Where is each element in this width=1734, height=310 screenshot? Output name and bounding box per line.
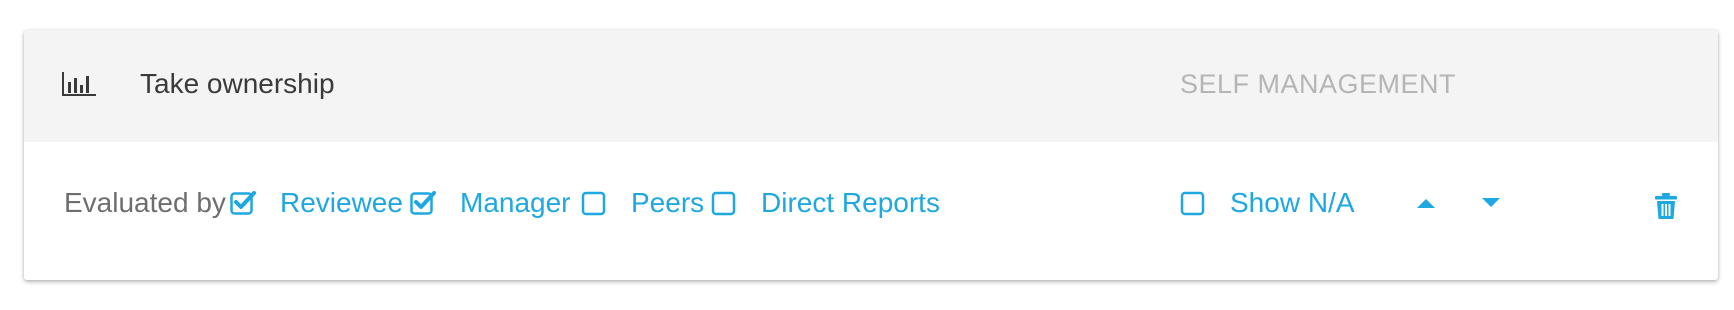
peers-label: Peers (631, 187, 705, 218)
bar-chart-icon (62, 72, 96, 96)
caret-down-icon[interactable] (1479, 195, 1503, 211)
reviewee-label: Reviewee (280, 187, 403, 218)
competency-title: Take ownership (140, 68, 335, 99)
manager-label: Manager (460, 187, 571, 218)
checkbox-checked-icon (230, 190, 256, 216)
peers-checkbox[interactable]: Peers (581, 183, 704, 223)
show-na-label: Show N/A (1230, 187, 1355, 218)
card-header: Take ownership SELF MANAGEMENT (24, 30, 1718, 142)
caret-up-icon[interactable] (1414, 195, 1438, 211)
direct-reports-label: Direct Reports (761, 187, 940, 218)
evaluated-by-label: Evaluated by (64, 187, 226, 218)
question-card: Take ownership SELF MANAGEMENT Evaluated… (24, 30, 1718, 280)
show-na-checkbox[interactable]: Show N/A (1180, 183, 1355, 223)
checkbox-unchecked-icon (711, 190, 737, 216)
trash-icon[interactable] (1654, 192, 1678, 220)
direct-reports-checkbox[interactable]: Direct Reports (711, 183, 940, 223)
reviewee-checkbox[interactable]: Reviewee (230, 183, 403, 223)
card-body: Evaluated by Reviewee Manager Peers Dire… (24, 142, 1718, 280)
competency-category: SELF MANAGEMENT (1180, 69, 1457, 99)
checkbox-unchecked-icon (581, 190, 607, 216)
checkbox-checked-icon (410, 190, 436, 216)
checkbox-unchecked-icon (1180, 190, 1206, 216)
manager-checkbox[interactable]: Manager (410, 183, 571, 223)
